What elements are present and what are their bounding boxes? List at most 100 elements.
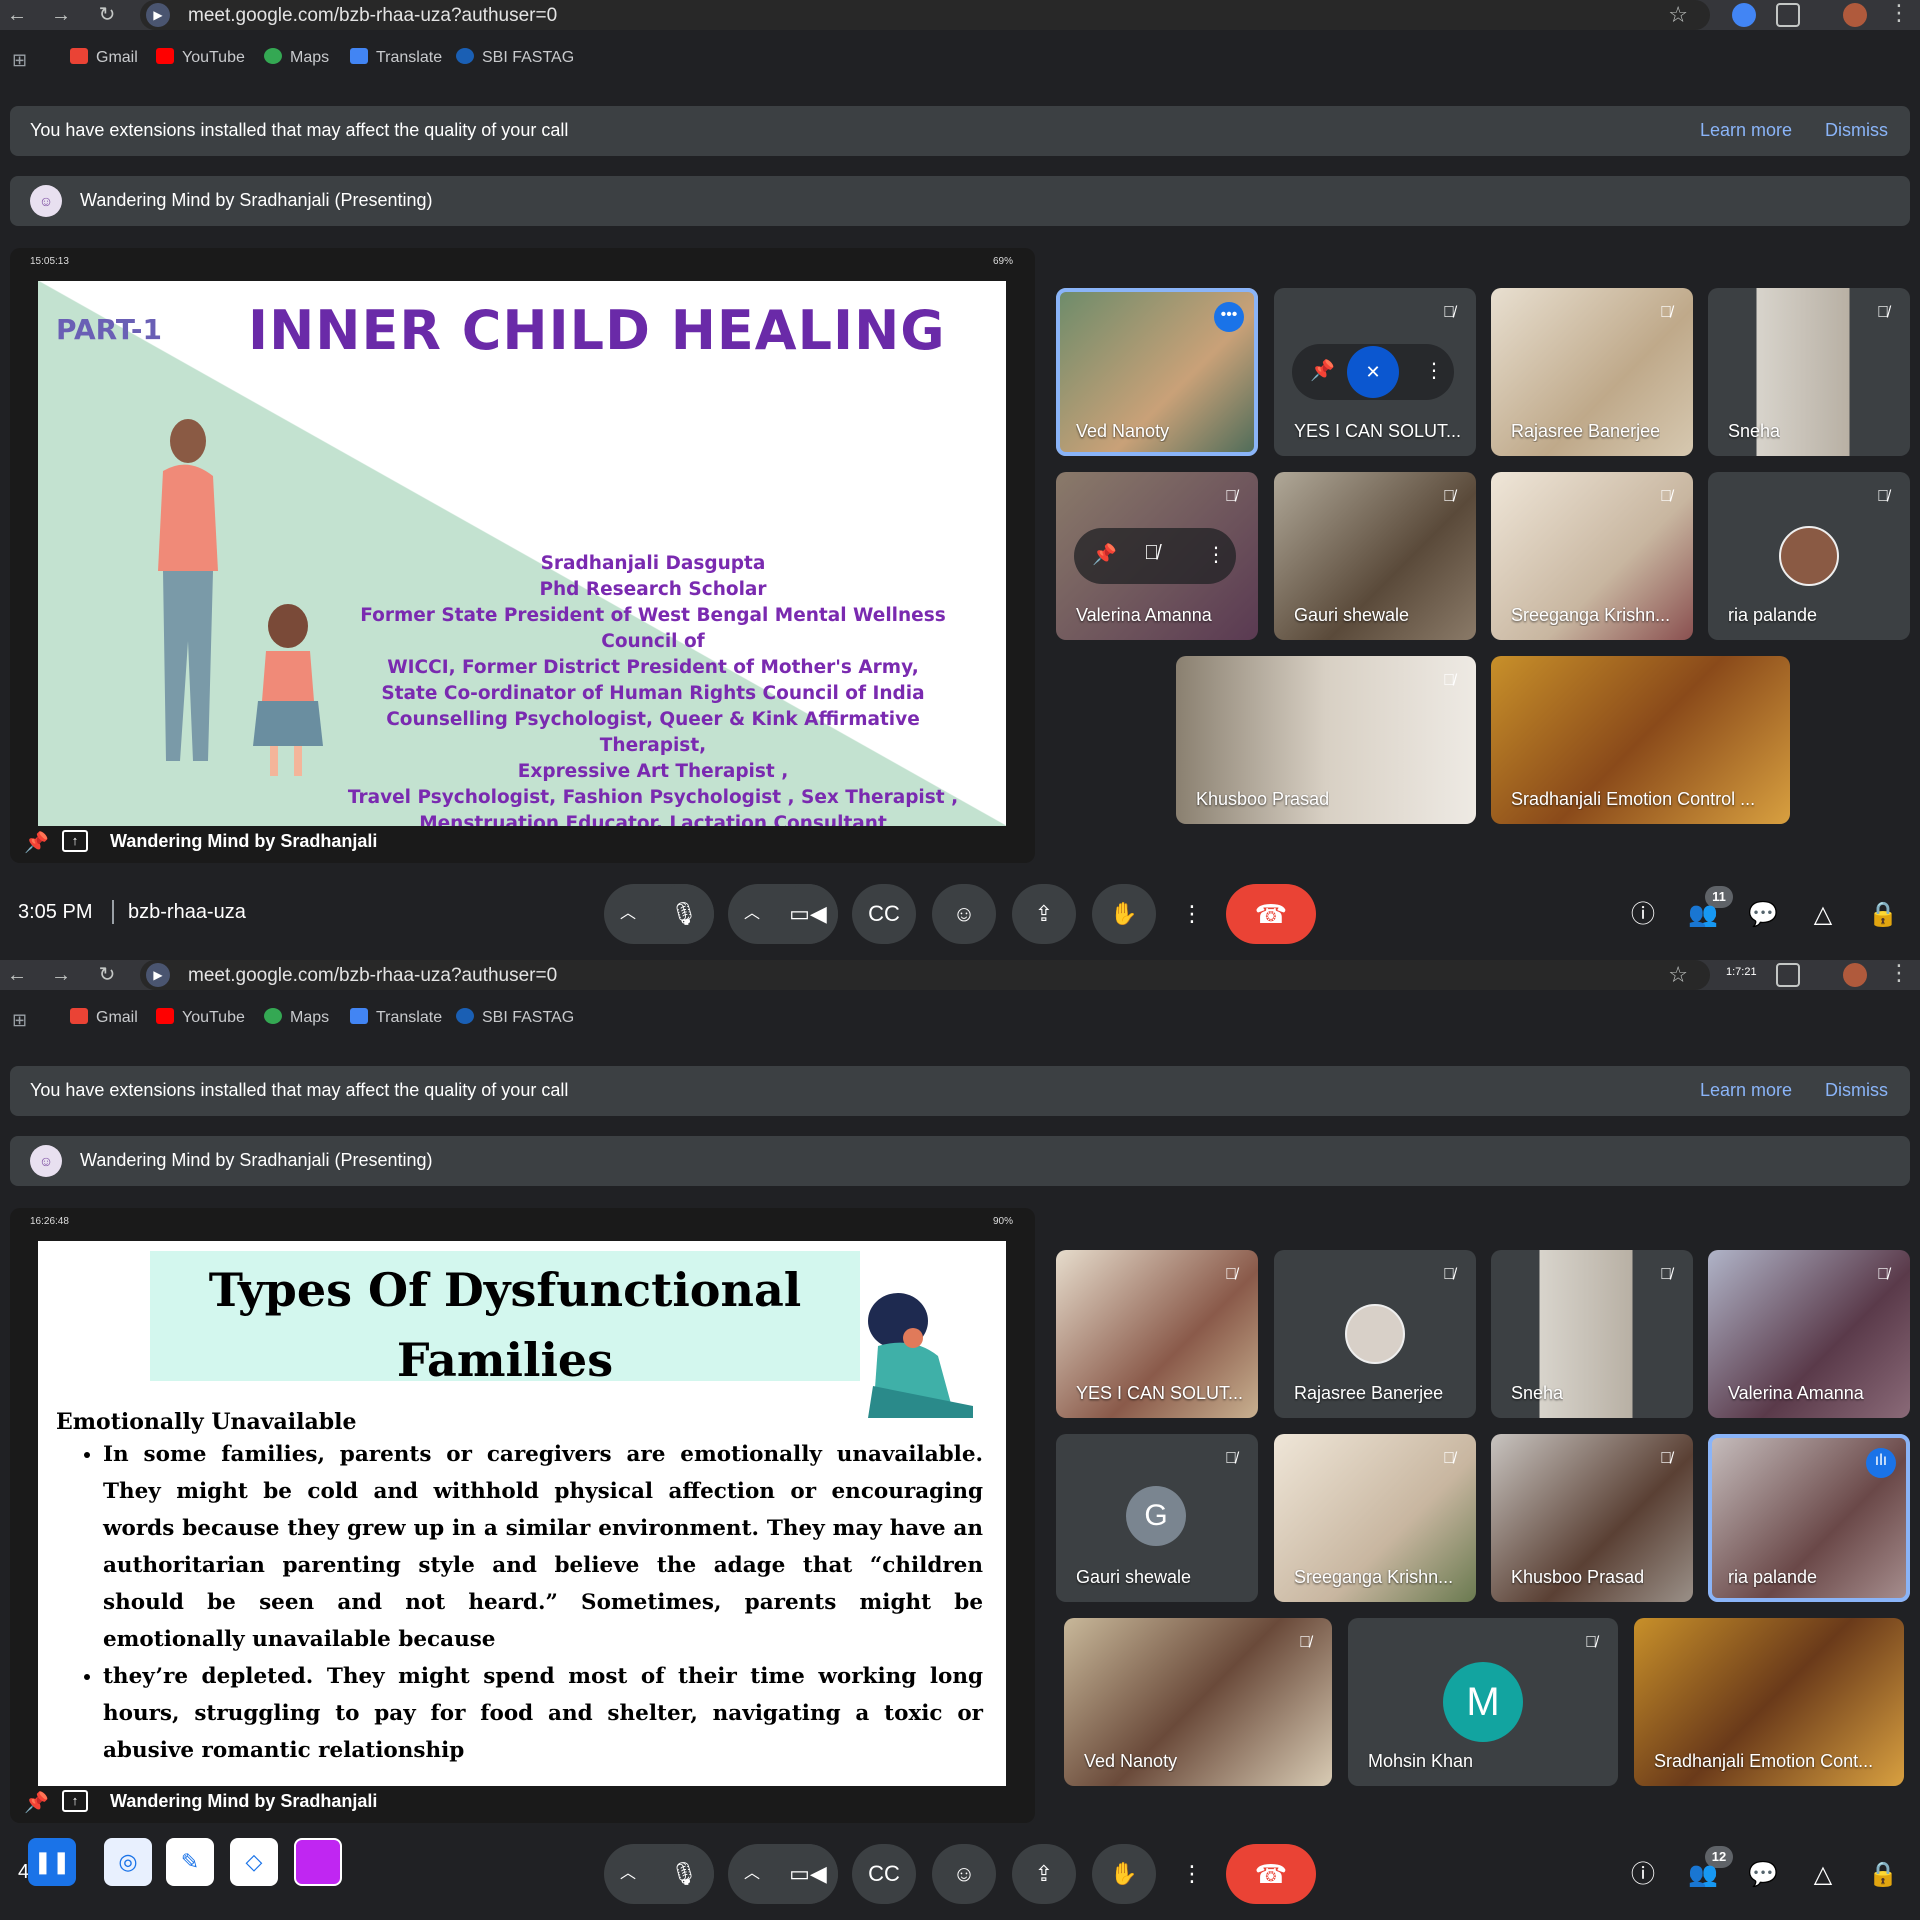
participant-tile[interactable]: Sradhanjali Emotion Cont... [1634,1618,1904,1786]
bookmark-star-icon[interactable]: ☆ [1668,962,1688,988]
extensions-puzzle-icon[interactable] [1776,963,1800,987]
participant-tile[interactable]: 🎙̸ Rajasree Banerjee [1491,288,1693,456]
more-vert-icon[interactable]: ⋮ [1424,358,1444,383]
back-arrow-icon[interactable]: ← [4,2,30,28]
pin-icon[interactable]: 📌 [24,830,49,855]
participant-tile[interactable]: 🎙̸ Sneha [1491,1250,1693,1418]
raise-hand-icon[interactable]: ✋ [1092,1844,1156,1904]
apps-grid-icon[interactable]: ⊞ [12,50,27,71]
participant-tile[interactable]: 🎙̸ Khusboo Prasad [1491,1434,1693,1602]
spotlight-icon[interactable]: ◎ [104,1838,152,1886]
participant-tile[interactable]: 🎙̸ G Gauri shewale [1056,1434,1258,1602]
mute-toggle-icon[interactable]: ✕ [1347,346,1399,398]
apps-grid-icon[interactable]: ⊞ [12,1010,27,1031]
pin-icon[interactable]: 📌 [1092,542,1117,567]
present-screen-icon[interactable]: ⇪ [1012,884,1076,944]
activities-icon[interactable]: △ [1808,1860,1838,1890]
present-screen-icon[interactable]: ⇪ [1012,1844,1076,1904]
camera-icon[interactable]: ▭◀ [778,1844,838,1904]
back-arrow-icon[interactable]: ← [4,962,30,988]
bookmark-gmail[interactable]: Gmail [70,48,138,67]
captions-icon[interactable]: CC [852,1844,916,1904]
more-options-icon[interactable]: ••• [1214,302,1244,332]
chat-icon[interactable]: 💬 [1748,900,1778,930]
participant-tile[interactable]: Sradhanjali Emotion Control ... [1491,656,1790,824]
people-icon[interactable]: 👥 [1688,1860,1718,1890]
presentation-area[interactable]: 15:05:13 69% PART-1 INNER CHILD HEALING … [10,248,1035,863]
bookmark-star-icon[interactable]: ☆ [1668,2,1688,28]
chat-icon[interactable]: 💬 [1748,1860,1778,1890]
emoji-icon[interactable]: ☺ [932,884,996,944]
pen-icon[interactable]: ✎ [166,1838,214,1886]
bookmark-maps[interactable]: Maps [264,48,329,67]
color-picker-swatch[interactable] [294,1838,342,1886]
participant-tile[interactable]: 🎙̸ Khusboo Prasad [1176,656,1476,824]
bookmark-youtube[interactable]: YouTube [156,48,245,67]
learn-more-link[interactable]: Learn more [1700,120,1792,141]
browser-menu-icon[interactable]: ⋮ [1888,960,1910,986]
bookmark-translate[interactable]: Translate [350,48,442,67]
microphone-icon[interactable]: 🎙 [654,884,714,944]
participant-tile[interactable]: 🎙̸ Sreeganga Krishn... [1274,1434,1476,1602]
end-call-button[interactable]: ☎ [1226,1844,1316,1904]
meeting-info-icon[interactable]: ⓘ [1628,900,1658,930]
presentation-area[interactable]: 16:26:48 90% Types Of Dysfunctional Fami… [10,1208,1035,1823]
raise-hand-icon[interactable]: ✋ [1092,884,1156,944]
participant-tile[interactable]: 🎙̸ ria palande [1708,472,1910,640]
microphone-icon[interactable]: 🎙 [654,1844,714,1904]
address-bar[interactable]: ▶ meet.google.com/bzb-rhaa-uza?authuser=… [140,0,1710,30]
participant-tile[interactable]: 🎙̸ Valerina Amanna [1708,1250,1910,1418]
browser-menu-icon[interactable]: ⋮ [1888,0,1910,26]
dismiss-link[interactable]: Dismiss [1825,1080,1888,1101]
participant-tile[interactable]: ılı ria palande [1708,1434,1910,1602]
reload-icon[interactable]: ↻ [94,2,120,28]
participant-tile[interactable]: 🎙̸ M Mohsin Khan [1348,1618,1618,1786]
activities-icon[interactable]: △ [1808,900,1838,930]
captions-icon[interactable]: CC [852,884,916,944]
more-options-icon[interactable]: ⋮ [1168,884,1216,944]
learn-more-link[interactable]: Learn more [1700,1080,1792,1101]
participant-tile[interactable]: 🎙̸ Rajasree Banerjee [1274,1250,1476,1418]
eraser-icon[interactable]: ◇ [230,1838,278,1886]
participant-tile[interactable]: ••• Ved Nanoty [1056,288,1258,456]
emoji-icon[interactable]: ☺ [932,1844,996,1904]
site-info-icon[interactable]: ▶ [146,963,170,987]
bookmark-youtube[interactable]: YouTube [156,1008,245,1027]
bookmark-sbi-fastag[interactable]: SBI FASTAG [456,1008,574,1027]
extension-icon[interactable] [1732,3,1756,27]
host-controls-icon[interactable]: 🔒 [1868,900,1898,930]
host-controls-icon[interactable]: 🔒 [1868,1860,1898,1890]
participant-tile[interactable]: 🎙̸ Ved Nanoty [1064,1618,1332,1786]
pin-icon[interactable]: 📌 [1310,358,1335,383]
participant-tile[interactable]: 🎙̸ Sreeganga Krishn... [1491,472,1693,640]
audio-options-chevron-icon[interactable]: ︿ [604,1844,652,1904]
dismiss-link[interactable]: Dismiss [1825,120,1888,141]
end-call-button[interactable]: ☎ [1226,884,1316,944]
participant-tile[interactable]: 🎙̸ Sneha [1708,288,1910,456]
participant-tile[interactable]: 🎙̸ Gauri shewale [1274,472,1476,640]
people-icon[interactable]: 👥 [1688,900,1718,930]
audio-options-chevron-icon[interactable]: ︿ [604,884,652,944]
participant-tile[interactable]: 🎙̸ 📌 🎙̸ ⋮ Valerina Amanna [1056,472,1258,640]
profile-avatar[interactable] [1843,3,1867,27]
address-bar[interactable]: ▶ meet.google.com/bzb-rhaa-uza?authuser=… [140,960,1710,990]
participant-tile[interactable]: 🎙̸ YES I CAN SOLUT... [1056,1250,1258,1418]
forward-arrow-icon[interactable]: → [48,2,74,28]
video-options-chevron-icon[interactable]: ︿ [728,884,776,944]
bookmark-maps[interactable]: Maps [264,1008,329,1027]
camera-icon[interactable]: ▭◀ [778,884,838,944]
meeting-info-icon[interactable]: ⓘ [1628,1860,1658,1890]
reload-icon[interactable]: ↻ [94,962,120,988]
site-info-icon[interactable]: ▶ [146,3,170,27]
profile-avatar[interactable] [1843,963,1867,987]
pause-icon[interactable]: ❚❚ [28,1838,76,1886]
video-options-chevron-icon[interactable]: ︿ [728,1844,776,1904]
more-vert-icon[interactable]: ⋮ [1206,542,1226,567]
forward-arrow-icon[interactable]: → [48,962,74,988]
bookmark-gmail[interactable]: Gmail [70,1008,138,1027]
more-options-icon[interactable]: ⋮ [1168,1844,1216,1904]
mic-off-icon[interactable]: 🎙̸ [1144,542,1159,565]
pin-icon[interactable]: 📌 [24,1790,49,1815]
extensions-puzzle-icon[interactable] [1776,3,1800,27]
participant-tile[interactable]: 🎙̸ 📌 ✕ ⋮ YES I CAN SOLUT... [1274,288,1476,456]
